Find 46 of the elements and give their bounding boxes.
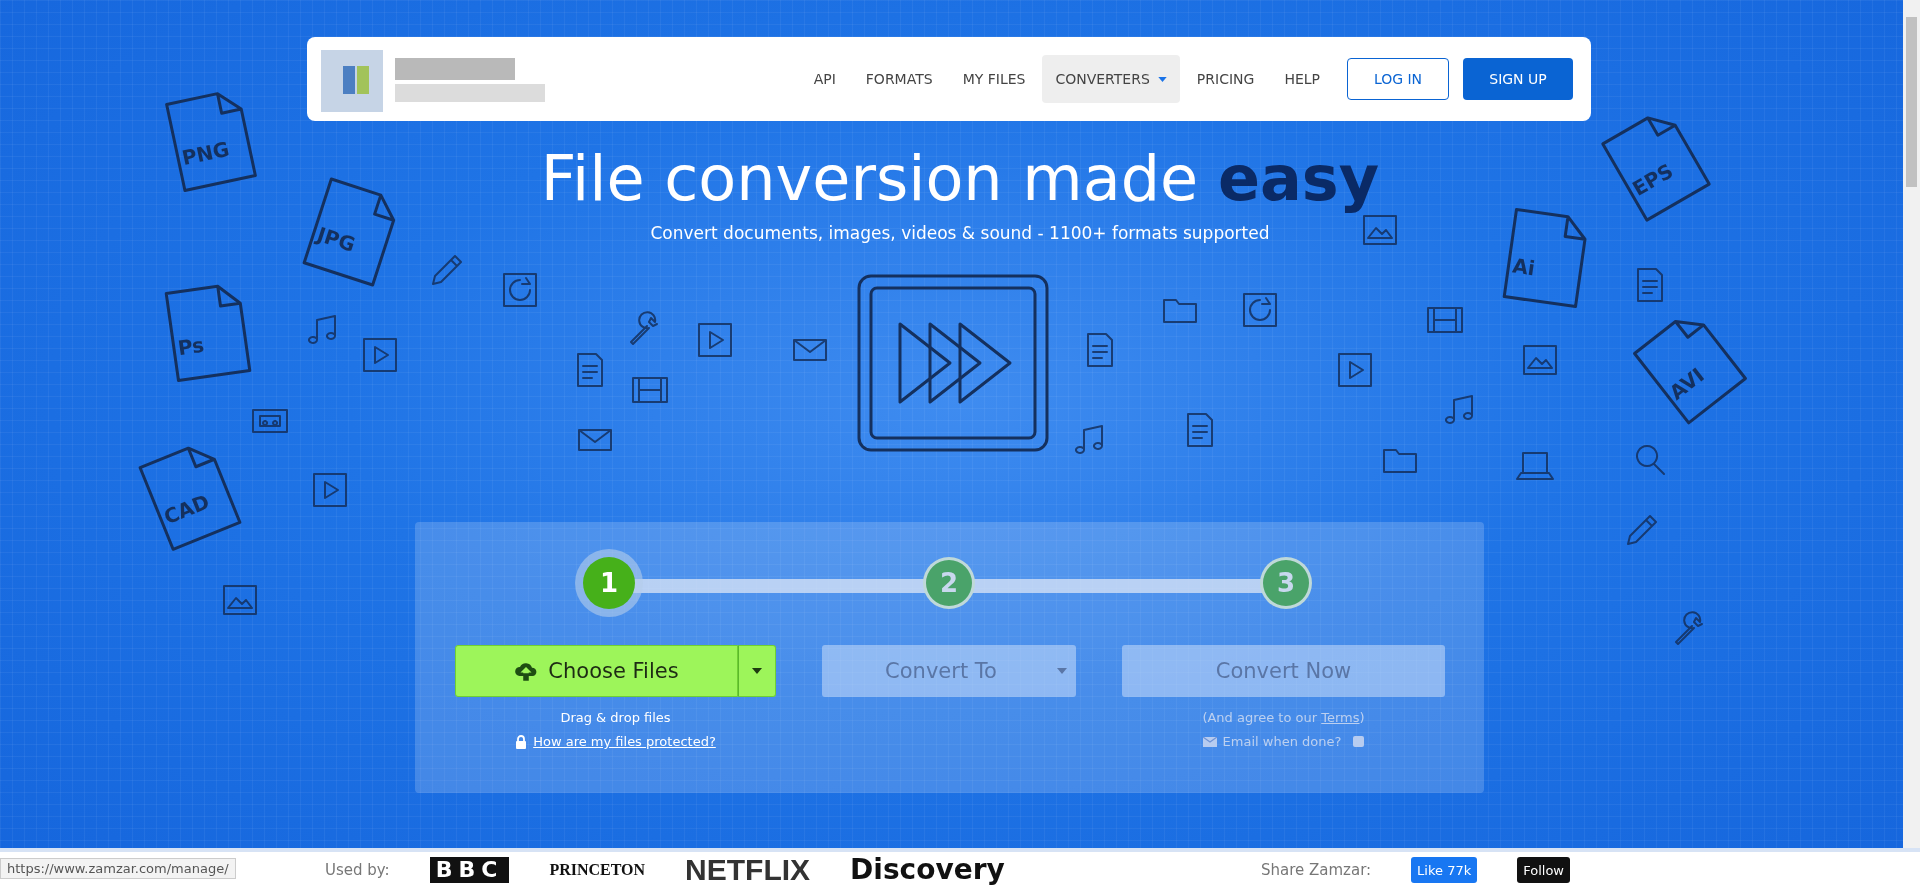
follow-button[interactable]: Follow bbox=[1517, 857, 1570, 883]
file-type-label: PNG bbox=[179, 136, 232, 171]
signup-button[interactable]: SIGN UP bbox=[1463, 58, 1573, 100]
share-label: Share Zamzar: bbox=[1260, 861, 1372, 879]
like-button[interactable]: Like 77k bbox=[1411, 857, 1478, 883]
step-circle: 3 bbox=[1260, 557, 1312, 609]
terms-note-end: ) bbox=[1359, 710, 1365, 725]
client-logo: NETFLIX bbox=[685, 855, 811, 885]
nav-link[interactable]: FORMATS bbox=[852, 55, 946, 103]
client-logo: Discovery bbox=[850, 856, 1005, 884]
nav-link[interactable]: MY FILES bbox=[949, 55, 1039, 103]
step-circle: 1 bbox=[583, 557, 635, 609]
play-icon bbox=[360, 335, 400, 375]
client-logo: PRINCETON bbox=[549, 862, 646, 878]
hero-title: File conversion made easy bbox=[540, 145, 1380, 214]
play-icon bbox=[310, 470, 350, 510]
cloud-upload-icon bbox=[514, 660, 539, 682]
file-type-label: AVI bbox=[1664, 362, 1709, 405]
file-type-label: EPS bbox=[1628, 158, 1678, 201]
choose-files-button[interactable]: Choose Files bbox=[455, 645, 738, 697]
file-type-label: Ps bbox=[176, 332, 206, 361]
file-type-label: CAD bbox=[160, 489, 213, 530]
dropdown-button[interactable] bbox=[738, 645, 776, 697]
fast-forward-icon bbox=[855, 272, 1051, 454]
nav-link[interactable]: HELP bbox=[1271, 55, 1333, 103]
file-type-label: Ai bbox=[1510, 253, 1537, 281]
nav-link[interactable]: API bbox=[800, 55, 849, 103]
login-button[interactable]: LOG IN bbox=[1347, 58, 1449, 100]
caret-icon bbox=[1056, 668, 1067, 674]
lock-icon bbox=[515, 734, 528, 749]
email-label: Email when done? bbox=[1222, 734, 1342, 749]
status-url: https://www.zamzar.com/manage/ bbox=[0, 858, 236, 879]
terms-note: (And agree to our bbox=[1202, 710, 1319, 725]
nav-link[interactable]: PRICING bbox=[1183, 55, 1268, 103]
hero-subtitle: Convert documents, images, videos & sound - 1100+ formats supported bbox=[650, 223, 1270, 244]
play-icon bbox=[1335, 350, 1375, 390]
step-circle: 2 bbox=[923, 557, 975, 609]
used-by-label: Used by: bbox=[325, 861, 390, 879]
envelope-icon bbox=[1202, 736, 1217, 747]
client-logo: BBC bbox=[429, 857, 510, 883]
nav-link[interactable]: CONVERTERS bbox=[1042, 55, 1180, 103]
play-icon bbox=[695, 320, 735, 360]
drag-drop-hint: Drag & drop files bbox=[560, 710, 671, 725]
caret-icon bbox=[1157, 76, 1167, 82]
file-type-label: JPG bbox=[314, 222, 359, 257]
caret-icon bbox=[752, 668, 762, 674]
